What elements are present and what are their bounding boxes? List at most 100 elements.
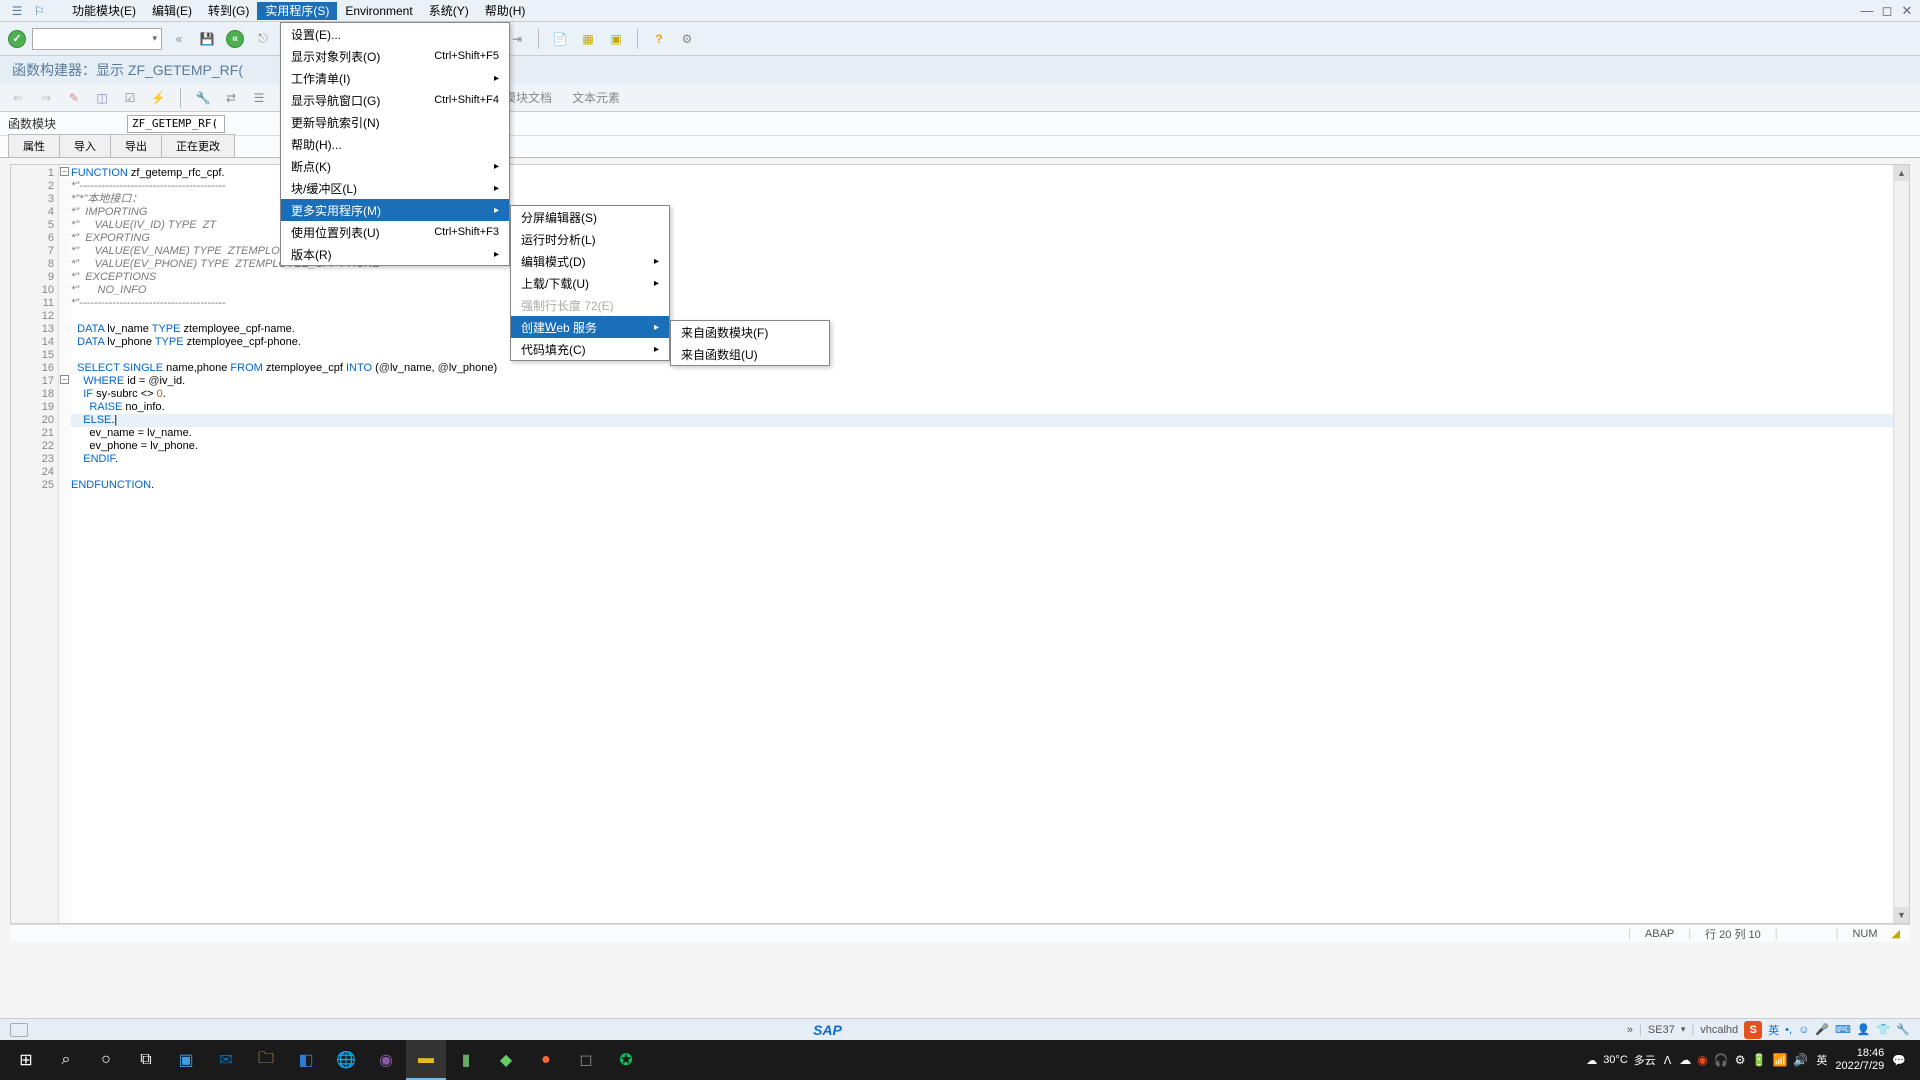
tray-lang[interactable]: 英 bbox=[1816, 1052, 1827, 1068]
ime-mic-icon[interactable]: 🎤 bbox=[1815, 1023, 1829, 1036]
ime-keyboard-icon[interactable]: ⌨ bbox=[1835, 1023, 1851, 1036]
expand-icon[interactable]: » bbox=[1627, 1024, 1633, 1036]
taskbar-app-11[interactable]: ◻ bbox=[566, 1040, 606, 1080]
cmd-icon[interactable]: ▮ bbox=[446, 1040, 486, 1080]
maximize-button[interactable]: ◻ bbox=[1878, 3, 1896, 19]
menu-item[interactable]: 更多实用程序(M)▸ bbox=[281, 199, 509, 221]
taskbar-app-4[interactable]: ◧ bbox=[286, 1040, 326, 1080]
back-icon[interactable]: « bbox=[224, 28, 246, 50]
tray-icon-4[interactable]: ⚙ bbox=[1735, 1053, 1746, 1067]
wechat-icon[interactable]: ✪ bbox=[606, 1040, 646, 1080]
taskbar-app-1[interactable]: ▣ bbox=[166, 1040, 206, 1080]
menu-item[interactable]: 创建 Web 服务▸ bbox=[511, 316, 669, 338]
save-icon[interactable]: 💾 bbox=[196, 28, 218, 50]
tcode-dd-icon[interactable]: ▾ bbox=[1681, 1024, 1686, 1035]
menu-item[interactable]: 更新导航索引(N) bbox=[281, 111, 509, 133]
menu-5[interactable]: 系统(Y) bbox=[421, 2, 477, 20]
menu-item[interactable]: 帮助(H)... bbox=[281, 133, 509, 155]
ime-indicator[interactable]: S bbox=[1744, 1021, 1762, 1039]
menu-item[interactable]: 来自函数模块(F) bbox=[671, 321, 829, 343]
chrome-icon[interactable]: 🌐 bbox=[326, 1040, 366, 1080]
search-icon[interactable]: ⌕ bbox=[46, 1040, 86, 1080]
menu-item[interactable]: 显示对象列表(O)Ctrl+Shift+F5 bbox=[281, 45, 509, 67]
command-field[interactable]: ▾ bbox=[32, 28, 162, 50]
layout-icon[interactable]: ▦ bbox=[577, 28, 599, 50]
check-icon[interactable]: ☑ bbox=[120, 88, 140, 108]
tray-icon-6[interactable]: 📶 bbox=[1772, 1053, 1787, 1067]
menu-item[interactable]: 代码填充(C)▸ bbox=[511, 338, 669, 360]
code-content[interactable]: FUNCTION zf_getemp_rfc_cpf.*"-----------… bbox=[71, 165, 1893, 923]
fold-icon[interactable]: − bbox=[60, 167, 69, 176]
cortana-icon[interactable]: ○ bbox=[86, 1040, 126, 1080]
menu-item[interactable]: 块/缓冲区(L)▸ bbox=[281, 177, 509, 199]
accept-button[interactable]: ✓ bbox=[8, 30, 26, 48]
customize-icon[interactable]: ⚙ bbox=[676, 28, 698, 50]
start-button[interactable]: ⊞ bbox=[6, 1040, 46, 1080]
menu-item[interactable]: 工作清单(I)▸ bbox=[281, 67, 509, 89]
tray-chevron-icon[interactable]: ᐱ bbox=[1664, 1054, 1672, 1067]
eclipse-icon[interactable]: ◉ bbox=[366, 1040, 406, 1080]
test-icon[interactable]: 🔧 bbox=[193, 88, 213, 108]
scroll-down-icon[interactable]: ▼ bbox=[1894, 907, 1909, 923]
ime-person-icon[interactable]: 👤 bbox=[1857, 1023, 1871, 1036]
menu-2[interactable]: 转到(G) bbox=[200, 2, 257, 20]
fold-icon[interactable]: − bbox=[60, 375, 69, 384]
menu-item[interactable]: 运行时分析(L) bbox=[511, 228, 669, 250]
tray-icon-5[interactable]: 🔋 bbox=[1752, 1053, 1767, 1067]
tray-icon-3[interactable]: 🎧 bbox=[1714, 1053, 1729, 1067]
code-editor[interactable]: 1234567891011121314151617181920212223242… bbox=[10, 164, 1910, 924]
tray-icon-1[interactable]: ☁ bbox=[1679, 1053, 1691, 1067]
close-button[interactable]: ✕ bbox=[1898, 3, 1916, 19]
menu-0[interactable]: 功能模块(E) bbox=[64, 2, 144, 20]
nav-first-icon[interactable]: « bbox=[168, 28, 190, 50]
menu-item[interactable]: 显示导航窗口(G)Ctrl+Shift+F4 bbox=[281, 89, 509, 111]
ime-tool-icon[interactable]: 🔧 bbox=[1896, 1023, 1910, 1036]
menu-item[interactable]: 版本(R)▸ bbox=[281, 243, 509, 265]
menu-item[interactable]: 编辑模式(D)▸ bbox=[511, 250, 669, 272]
menu-item[interactable]: 上载/下载(U)▸ bbox=[511, 272, 669, 294]
menu-item[interactable]: 使用位置列表(U)Ctrl+Shift+F3 bbox=[281, 221, 509, 243]
menu-item[interactable]: 分屏编辑器(S) bbox=[511, 206, 669, 228]
postman-icon[interactable]: ● bbox=[526, 1040, 566, 1080]
display-change-icon[interactable]: ✎ bbox=[64, 88, 84, 108]
menu-3[interactable]: 实用程序(S) bbox=[257, 2, 337, 20]
ime-punct-icon[interactable]: •, bbox=[1785, 1024, 1792, 1036]
scroll-up-icon[interactable]: ▲ bbox=[1894, 165, 1909, 181]
task-view-icon[interactable]: ⧉ bbox=[126, 1040, 166, 1080]
activate-icon[interactable]: ⚡ bbox=[148, 88, 168, 108]
tab-3[interactable]: 正在更改 bbox=[161, 134, 235, 157]
where-used-icon[interactable]: ⇄ bbox=[221, 88, 241, 108]
fm-name-input[interactable] bbox=[127, 115, 225, 133]
shortcut-icon[interactable]: ▣ bbox=[605, 28, 627, 50]
sap-gui-icon[interactable]: ▬ bbox=[406, 1040, 446, 1080]
tray-icon-7[interactable]: 🔊 bbox=[1793, 1053, 1808, 1067]
file-explorer-icon[interactable]: 🗀 bbox=[246, 1040, 286, 1080]
notifications-icon[interactable]: 💬 bbox=[1892, 1054, 1906, 1067]
menu-item[interactable]: 设置(E)... bbox=[281, 23, 509, 45]
arrow-right-icon[interactable]: ⇒ bbox=[36, 88, 56, 108]
object-list-icon[interactable]: ☰ bbox=[249, 88, 269, 108]
other-object-icon[interactable]: ◫ bbox=[92, 88, 112, 108]
menu-6[interactable]: 帮助(H) bbox=[477, 2, 534, 20]
taskbar-app-9[interactable]: ◆ bbox=[486, 1040, 526, 1080]
ime-smile-icon[interactable]: ☺ bbox=[1798, 1024, 1809, 1036]
tab-1[interactable]: 导入 bbox=[59, 134, 111, 157]
ime-skin-icon[interactable]: 👕 bbox=[1877, 1023, 1891, 1036]
menu-item[interactable]: 断点(K)▸ bbox=[281, 155, 509, 177]
menu-item[interactable]: 来自函数组(U) bbox=[671, 343, 829, 365]
text-elements-button[interactable]: 文本元素 bbox=[566, 89, 626, 106]
tab-0[interactable]: 属性 bbox=[8, 134, 60, 157]
minimize-button[interactable]: — bbox=[1858, 3, 1876, 19]
clock[interactable]: 18:46 2022/7/29 bbox=[1835, 1047, 1884, 1073]
outlook-icon[interactable]: ✉ bbox=[206, 1040, 246, 1080]
tab-2[interactable]: 导出 bbox=[110, 134, 162, 157]
menu-4[interactable]: Environment bbox=[337, 2, 420, 20]
status-message-icon[interactable] bbox=[10, 1023, 28, 1037]
new-window-icon[interactable]: 📄 bbox=[549, 28, 571, 50]
exit-icon[interactable]: ⎋ bbox=[252, 28, 274, 50]
menu-1[interactable]: 编辑(E) bbox=[144, 2, 200, 20]
weather-widget[interactable]: ☁ 30°C 多云 bbox=[1586, 1052, 1656, 1068]
vertical-scrollbar[interactable]: ▲ ▼ bbox=[1893, 165, 1909, 923]
tray-icon-2[interactable]: ◉ bbox=[1697, 1053, 1707, 1067]
arrow-left-icon[interactable]: ⇐ bbox=[8, 88, 28, 108]
